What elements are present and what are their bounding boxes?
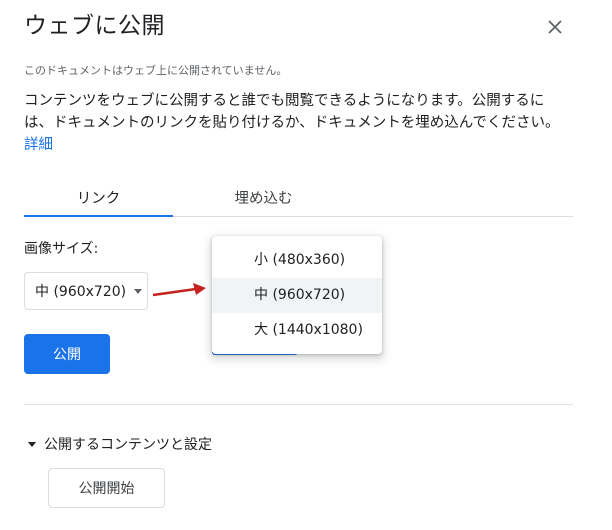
close-icon xyxy=(548,20,562,34)
learn-more-link[interactable]: 詳細 xyxy=(24,137,53,153)
dialog-description: コンテンツをウェブに公開すると誰でも閲覧できるようになります。公開するには、ドキ… xyxy=(24,90,572,156)
size-option-large[interactable]: 大 (1440x1080) xyxy=(212,313,382,348)
image-size-select[interactable]: 中 (960x720) xyxy=(24,272,148,310)
publish-tabs: リンク 埋め込む xyxy=(24,182,573,217)
triangle-down-icon xyxy=(28,441,36,447)
publish-to-web-dialog: ウェブに公開 このドキュメントはウェブ上に公開されていません。 コンテンツをウェ… xyxy=(0,0,612,530)
publish-status-text: このドキュメントはウェブ上に公開されていません。 xyxy=(24,64,288,77)
image-size-label: 画像サイズ: xyxy=(24,241,99,257)
description-text: コンテンツをウェブに公開すると誰でも閲覧できるようになります。公開するには、ドキ… xyxy=(24,93,560,131)
publish-button[interactable]: 公開 xyxy=(24,334,110,374)
size-option-small[interactable]: 小 (480x360) xyxy=(212,243,382,278)
close-button[interactable] xyxy=(540,12,570,42)
image-size-selected-value: 中 (960x720) xyxy=(35,284,127,300)
dialog-title: ウェブに公開 xyxy=(24,13,165,39)
tab-embed[interactable]: 埋め込む xyxy=(189,182,338,216)
published-content-toggle-label: 公開するコンテンツと設定 xyxy=(44,437,212,453)
image-size-dropdown-menu: 小 (480x360) 中 (960x720) 大 (1440x1080) xyxy=(212,236,382,354)
start-publishing-button[interactable]: 公開開始 xyxy=(48,468,165,508)
published-content-toggle[interactable]: 公開するコンテンツと設定 xyxy=(28,434,212,454)
section-divider xyxy=(24,404,573,405)
caret-down-icon xyxy=(134,288,143,294)
tab-link[interactable]: リンク xyxy=(24,182,173,216)
size-option-medium[interactable]: 中 (960x720) xyxy=(212,278,382,313)
annotation-arrow-icon xyxy=(152,283,206,297)
active-tab-indicator xyxy=(24,215,173,217)
